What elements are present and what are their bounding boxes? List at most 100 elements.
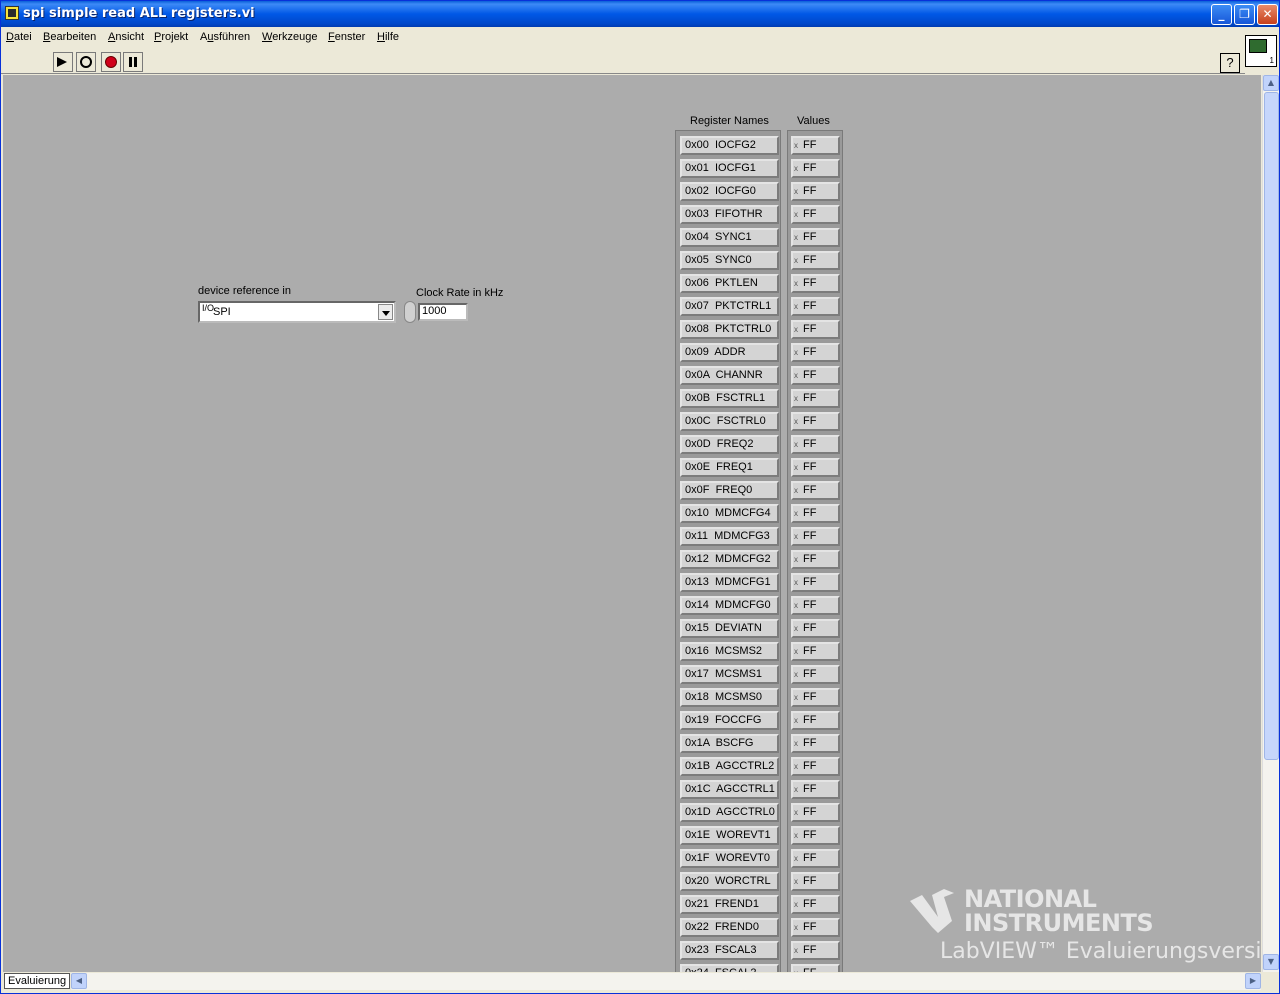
- register-name-cell: 0x23 FSCAL3: [680, 941, 779, 960]
- menu-item-ansicht[interactable]: Ansicht: [108, 31, 144, 43]
- hex-radix-icon[interactable]: x: [794, 667, 798, 682]
- menu-item-datei[interactable]: Datei: [6, 31, 32, 43]
- hex-radix-icon[interactable]: x: [794, 184, 798, 199]
- hex-radix-icon[interactable]: x: [794, 253, 798, 268]
- register-value-cell: x FF: [791, 734, 840, 753]
- window-title: spi simple read ALL registers.vi: [23, 6, 255, 21]
- hex-radix-icon[interactable]: x: [794, 598, 798, 613]
- register-value-text: FF: [803, 392, 817, 404]
- title-bar[interactable]: spi simple read ALL registers.vi _ ❐ ✕: [1, 1, 1279, 27]
- register-value-text: FF: [803, 300, 817, 312]
- horizontal-scrollbar[interactable]: ◀ ▶: [71, 973, 1261, 990]
- hex-radix-icon[interactable]: x: [794, 529, 798, 544]
- hex-radix-icon[interactable]: x: [794, 437, 798, 452]
- hex-radix-icon[interactable]: x: [794, 138, 798, 153]
- menu-item-werkzeuge[interactable]: Werkzeuge: [262, 31, 317, 43]
- hex-radix-icon[interactable]: x: [794, 575, 798, 590]
- menu-item-fenster[interactable]: Fenster: [328, 31, 365, 43]
- hex-radix-icon[interactable]: x: [794, 414, 798, 429]
- hex-radix-icon[interactable]: x: [794, 299, 798, 314]
- device-reference-control[interactable]: I/O SPI: [198, 301, 396, 323]
- register-value-text: FF: [803, 691, 817, 703]
- hex-radix-icon[interactable]: x: [794, 897, 798, 912]
- clock-rate-input[interactable]: 1000: [418, 303, 468, 321]
- hex-radix-icon[interactable]: x: [794, 322, 798, 337]
- scroll-up-icon[interactable]: ▲: [1263, 75, 1279, 91]
- hex-radix-icon[interactable]: x: [794, 805, 798, 820]
- hex-radix-icon[interactable]: x: [794, 644, 798, 659]
- hex-radix-icon[interactable]: x: [794, 276, 798, 291]
- register-name-cell: 0x16 MCSMS2: [680, 642, 779, 661]
- menu-item-bearbeiten[interactable]: Bearbeiten: [43, 31, 96, 43]
- ni-eagle-icon: [910, 889, 954, 933]
- menu-bar: Datei Bearbeiten Ansicht Projekt Ausführen We…: [1, 27, 1245, 49]
- scroll-left-icon[interactable]: ◀: [71, 973, 87, 989]
- scroll-down-icon[interactable]: ▼: [1263, 954, 1279, 970]
- hex-radix-icon[interactable]: x: [794, 368, 798, 383]
- register-value-text: FF: [803, 921, 817, 933]
- hex-radix-icon[interactable]: x: [794, 207, 798, 222]
- hex-radix-icon[interactable]: x: [794, 713, 798, 728]
- register-value-cell: x FF: [791, 205, 840, 224]
- menu-item-projekt[interactable]: Projekt: [154, 31, 188, 43]
- hex-radix-icon[interactable]: x: [794, 552, 798, 567]
- context-help-button[interactable]: ?: [1220, 53, 1240, 73]
- dropdown-arrow-icon[interactable]: [378, 304, 393, 320]
- hex-radix-icon[interactable]: x: [794, 851, 798, 866]
- vi-connector-icon[interactable]: 1: [1245, 35, 1277, 67]
- register-value-text: FF: [803, 737, 817, 749]
- labview-vi-icon: [5, 6, 19, 20]
- minimize-button[interactable]: _: [1211, 4, 1232, 25]
- hex-radix-icon[interactable]: x: [794, 874, 798, 889]
- hex-radix-icon[interactable]: x: [794, 161, 798, 176]
- hex-radix-icon[interactable]: x: [794, 943, 798, 958]
- scroll-right-icon[interactable]: ▶: [1245, 973, 1261, 989]
- register-value-text: FF: [803, 254, 817, 266]
- vertical-scroll-thumb[interactable]: [1264, 92, 1279, 760]
- hex-radix-icon[interactable]: x: [794, 828, 798, 843]
- register-value-text: FF: [803, 714, 817, 726]
- hex-radix-icon[interactable]: x: [794, 782, 798, 797]
- menu-item-ausführen[interactable]: Ausführen: [200, 31, 250, 43]
- menu-item-hilfe[interactable]: Hilfe: [377, 31, 399, 43]
- register-name-cell: 0x1E WOREVT1: [680, 826, 779, 845]
- front-panel: device reference in I/O SPI Clock Rate i…: [3, 75, 1261, 972]
- hex-radix-icon[interactable]: x: [794, 621, 798, 636]
- register-names-header: Register Names: [690, 115, 769, 127]
- register-value-text: FF: [803, 438, 817, 450]
- hex-radix-icon[interactable]: x: [794, 460, 798, 475]
- register-value-cell: x FF: [791, 826, 840, 845]
- increment-decrement-icon[interactable]: [404, 301, 416, 323]
- hex-radix-icon[interactable]: x: [794, 230, 798, 245]
- register-name-cell: 0x07 PKTCTRL1: [680, 297, 779, 316]
- vi-icon-badge: 1: [1269, 56, 1274, 65]
- evaluation-tab[interactable]: Evaluierung: [4, 973, 70, 989]
- hex-radix-icon[interactable]: x: [794, 920, 798, 935]
- hex-radix-icon[interactable]: x: [794, 483, 798, 498]
- register-name-cell: 0x0D FREQ2: [680, 435, 779, 454]
- register-value-text: FF: [803, 622, 817, 634]
- hex-radix-icon[interactable]: x: [794, 506, 798, 521]
- close-button[interactable]: ✕: [1257, 4, 1278, 25]
- register-value-cell: x FF: [791, 941, 840, 960]
- register-value-text: FF: [803, 944, 817, 956]
- vertical-scrollbar[interactable]: ▲ ▼: [1262, 75, 1279, 972]
- run-continuously-button[interactable]: [76, 52, 96, 72]
- hex-radix-icon[interactable]: x: [794, 759, 798, 774]
- register-name-cell: 0x10 MDMCFG4: [680, 504, 779, 523]
- register-value-cell: x FF: [791, 688, 840, 707]
- run-button[interactable]: [53, 52, 73, 72]
- pause-icon: [129, 57, 132, 67]
- register-value-cell: x FF: [791, 619, 840, 638]
- pause-button[interactable]: [123, 52, 143, 72]
- values-header: Values: [797, 115, 830, 127]
- hex-radix-icon[interactable]: x: [794, 345, 798, 360]
- restore-button[interactable]: ❐: [1234, 4, 1255, 25]
- register-name-cell: 0x15 DEVIATN: [680, 619, 779, 638]
- hex-radix-icon[interactable]: x: [794, 391, 798, 406]
- stop-icon: [105, 56, 117, 68]
- register-name-cell: 0x13 MDMCFG1: [680, 573, 779, 592]
- hex-radix-icon[interactable]: x: [794, 690, 798, 705]
- hex-radix-icon[interactable]: x: [794, 736, 798, 751]
- abort-button[interactable]: [101, 52, 121, 72]
